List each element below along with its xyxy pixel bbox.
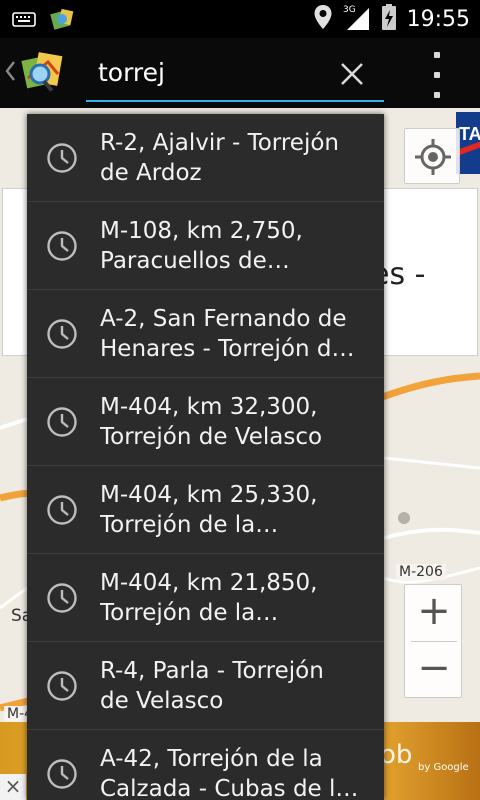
search-field[interactable] [86, 46, 384, 102]
road-label-m206: M-206 [396, 564, 446, 580]
suggestion-item[interactable]: M-108, km 2,750, Paracuellos de… [27, 202, 384, 290]
history-clock-icon [47, 759, 77, 789]
suggestion-item[interactable]: M-404, km 32,300, Torrejón de Velasco [27, 378, 384, 466]
history-clock-icon [47, 495, 77, 525]
suggestion-line-1: M-404, km 25,330, [100, 482, 318, 508]
suggestion-line-1: R-4, Parla - Torrejón [100, 658, 324, 684]
search-suggestions-dropdown: R-2, Ajalvir - Torrejón de Ardoz M-108, … [27, 114, 384, 800]
keyboard-icon [12, 10, 36, 32]
suggestion-line-2: de Ardoz [100, 160, 202, 186]
ad-byline: by Google [418, 762, 469, 773]
suggestion-line-1: R-2, Ajalvir - Torrejón [100, 130, 339, 156]
suggestion-item[interactable]: M-404, km 21,850, Torrejón de la… [27, 554, 384, 642]
ad-text: ob [380, 740, 413, 770]
clock: 19:55 [406, 6, 470, 32]
signal-icon: 3G [343, 3, 371, 35]
status-bar: 3G 19:55 [0, 0, 480, 38]
suggestion-item[interactable]: A-2, San Fernando de Henares - Torrejón … [27, 290, 384, 378]
history-clock-icon [47, 231, 77, 261]
suggestion-line-2: Calzada - Cubas de l… [100, 776, 359, 800]
up-chevron-icon[interactable] [4, 60, 16, 88]
suggestion-line-1: M-108, km 2,750, [100, 218, 303, 244]
overflow-dot [434, 92, 440, 98]
suggestion-line-2: Paracuellos de… [100, 248, 290, 274]
my-location-button[interactable] [404, 128, 460, 184]
overflow-dot [434, 52, 440, 58]
search-input[interactable] [98, 56, 318, 88]
zoom-control: + − [404, 584, 462, 698]
network-type-label: 3G [343, 5, 356, 15]
suggestion-line-1: A-2, San Fernando de [100, 306, 347, 332]
clear-search-button[interactable] [334, 56, 370, 92]
app-logo-icon[interactable] [18, 48, 66, 96]
suggestion-line-2: Torrejón de Velasco [100, 424, 323, 450]
suggestion-line-1: A-42, Torrejón de la [100, 746, 323, 772]
zoom-in-button[interactable]: + [405, 585, 463, 641]
suggestion-line-2: Torrejón de la… [100, 512, 279, 538]
action-bar [0, 38, 480, 108]
crosshair-icon [415, 139, 451, 175]
suggestion-line-2: Torrejón de la… [100, 600, 279, 626]
ad-close-button[interactable]: × [0, 774, 26, 800]
history-clock-icon [47, 319, 77, 349]
suggestion-item[interactable]: M-404, km 25,330, Torrejón de la… [27, 466, 384, 554]
history-clock-icon [47, 671, 77, 701]
suggestion-item[interactable]: R-2, Ajalvir - Torrejón de Ardoz [27, 114, 384, 202]
suggestion-item[interactable]: A-42, Torrejón de la Calzada - Cubas de … [27, 730, 384, 800]
battery-charging-icon [381, 3, 397, 35]
app-notification-icon [50, 6, 76, 36]
suggestion-item[interactable]: R-4, Parla - Torrejón de Velasco [27, 642, 384, 730]
overflow-menu-button[interactable] [424, 52, 450, 98]
suggestion-line-2: Henares - Torrejón d… [100, 336, 355, 362]
overflow-dot [434, 72, 440, 78]
close-icon [341, 63, 363, 85]
suggestion-line-1: M-404, km 21,850, [100, 570, 318, 596]
history-clock-icon [47, 583, 77, 613]
history-clock-icon [47, 407, 77, 437]
suggestion-line-2: de Velasco [100, 688, 224, 714]
zoom-out-button[interactable]: − [405, 642, 463, 698]
history-clock-icon [47, 143, 77, 173]
suggestion-line-1: M-404, km 32,300, [100, 394, 318, 420]
location-icon [313, 4, 333, 34]
